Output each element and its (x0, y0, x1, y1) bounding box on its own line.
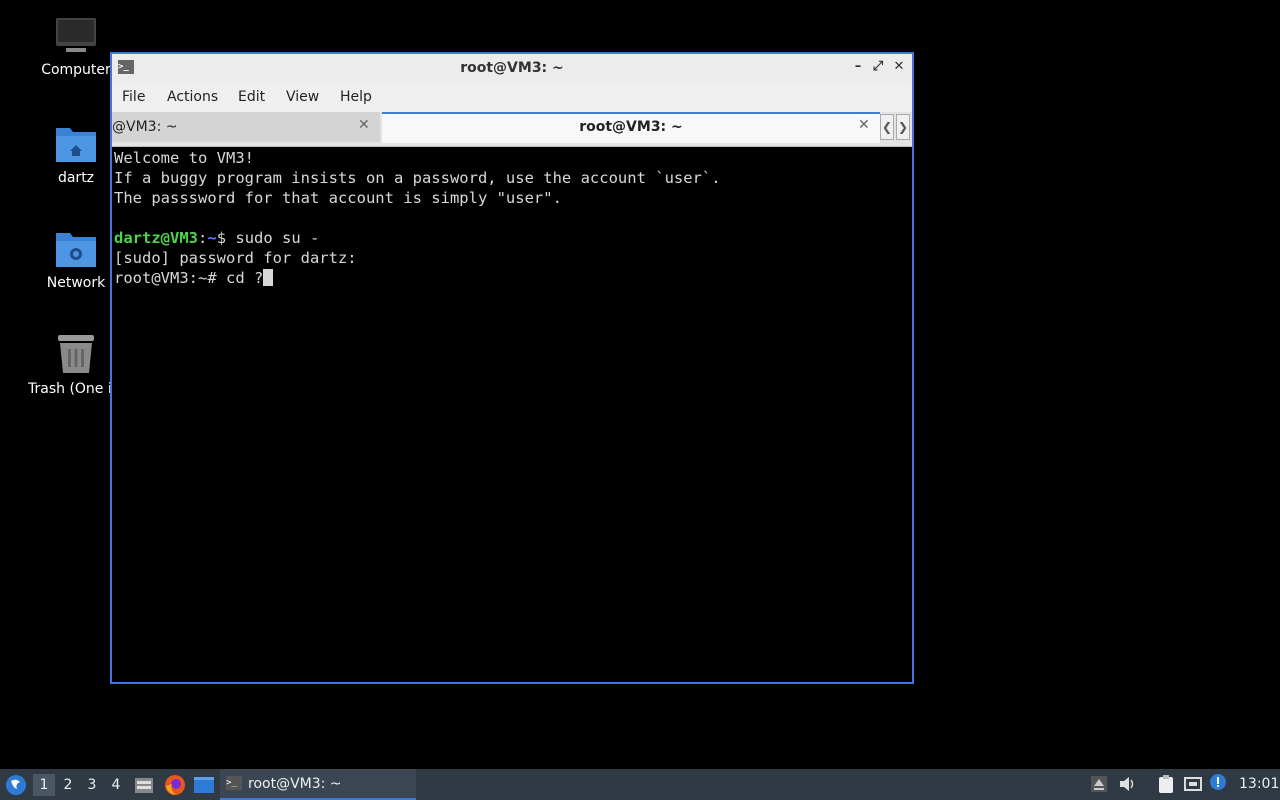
task-label: root@VM3: ~ (248, 776, 342, 792)
prompt-path: ~ (207, 229, 217, 247)
workspace-3[interactable]: 3 (81, 774, 103, 796)
show-desktop-icon[interactable] (193, 775, 215, 795)
tab-bar: @VM3: ~ ✕ root@VM3: ~ ✕ ❮ ❯ (112, 112, 912, 147)
clipboard-icon[interactable] (1156, 774, 1176, 794)
maximize-icon[interactable]: ⤢ (870, 59, 886, 75)
tab-active[interactable]: root@VM3: ~ ✕ (382, 112, 880, 143)
tab-close-icon[interactable]: ✕ (358, 117, 370, 133)
workspace-1[interactable]: 1 (33, 774, 55, 796)
tray-arrow-icon[interactable] (1090, 775, 1108, 793)
computer-icon (56, 18, 96, 52)
file-manager-icon[interactable] (134, 775, 154, 795)
firefox-icon[interactable] (164, 774, 186, 796)
tab-label: @VM3: ~ (112, 119, 178, 135)
prompt-command: sudo su - (235, 229, 320, 247)
terminal-line: The passsword for that account is simply… (114, 189, 562, 207)
menu-help[interactable]: Help (340, 89, 372, 105)
terminal-output[interactable]: Welcome to VM3! If a buggy program insis… (114, 148, 910, 680)
network-folder-icon (56, 233, 96, 267)
terminal-window: >_ root@VM3: ~ – ⤢ ✕ File Actions Edit V… (110, 52, 914, 684)
root-command: cd ? (225, 269, 264, 287)
menu-actions[interactable]: Actions (167, 89, 218, 105)
terminal-line: If a buggy program insists on a password… (114, 169, 721, 187)
tab-label: root@VM3: ~ (579, 119, 683, 135)
workspace-4[interactable]: 4 (105, 774, 127, 796)
terminal-line: Welcome to VM3! (114, 149, 254, 167)
terminal-task-icon: >_ (226, 776, 242, 790)
window-title: root@VM3: ~ (460, 60, 564, 76)
prompt-separator: : (198, 229, 208, 247)
terminal-root-line: root@VM3:~# cd ? (114, 268, 910, 288)
menu-edit[interactable]: Edit (238, 89, 265, 105)
window-titlebar[interactable]: >_ root@VM3: ~ – ⤢ ✕ (112, 54, 912, 82)
prompt-symbol: $ (216, 229, 236, 247)
terminal-line: [sudo] password for dartz: (114, 249, 357, 267)
task-terminal[interactable]: >_ root@VM3: ~ (220, 769, 416, 800)
menu-view[interactable]: View (286, 89, 319, 105)
text-cursor (263, 269, 274, 286)
trash-icon (58, 335, 94, 373)
volume-icon[interactable] (1118, 775, 1138, 793)
tab-inactive[interactable]: @VM3: ~ ✕ (112, 112, 380, 142)
workspace-2[interactable]: 2 (57, 774, 79, 796)
start-menu-icon[interactable] (5, 774, 27, 796)
close-icon[interactable]: ✕ (891, 59, 907, 75)
tab-scroll-right-icon[interactable]: ❯ (896, 114, 910, 140)
prompt-user: dartz@VM3 (114, 229, 198, 247)
minimize-icon[interactable]: – (850, 59, 866, 75)
terminal-prompt-line: dartz@VM3:~$ sudo su - (114, 228, 910, 248)
notification-icon[interactable] (1209, 773, 1229, 793)
home-folder-icon (56, 128, 96, 162)
menu-bar: File Actions Edit View Help (112, 82, 912, 112)
menu-file[interactable]: File (122, 89, 145, 105)
root-prompt: root@VM3:~# (114, 269, 226, 287)
taskbar: 1 2 3 4 >_ root@VM3: ~ 13:01 (0, 769, 1280, 800)
tab-close-icon[interactable]: ✕ (858, 117, 870, 133)
tab-scroll-left-icon[interactable]: ❮ (880, 114, 894, 140)
network-tray-icon[interactable] (1183, 774, 1203, 794)
clock[interactable]: 13:01 (1239, 776, 1279, 792)
